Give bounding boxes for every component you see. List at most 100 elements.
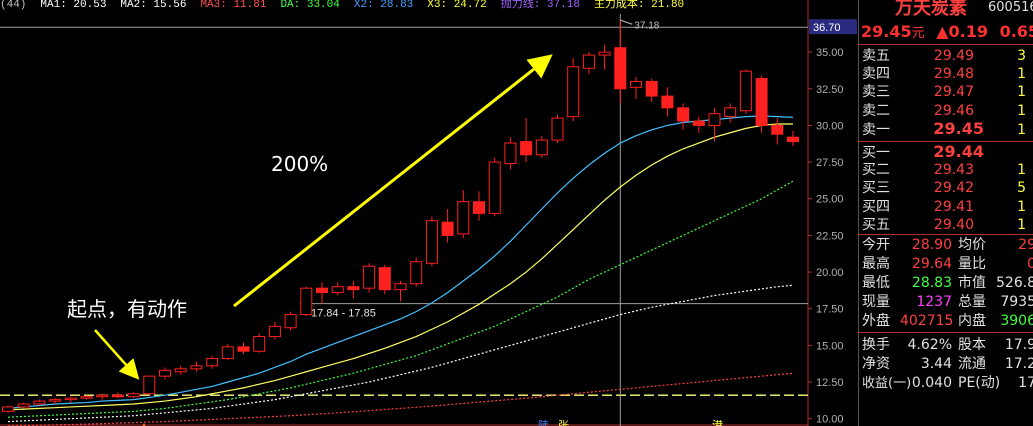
candle [677,103,690,130]
order-volume: 1 [1017,162,1026,179]
order-volume: 5 [1017,180,1026,197]
candle-body [598,51,611,56]
candle [143,375,156,396]
divider [858,332,1033,333]
bottom-marker: 陡 [538,419,549,426]
order-price: 29.40 [933,216,974,233]
candle-body [645,80,658,97]
order-volume: 3 [1017,48,1026,64]
candle [504,137,517,170]
candle [755,75,768,133]
stat-label: 收益(一) [862,376,912,391]
order-book-row: 卖三 29.47 1 [862,83,1026,101]
order-level-label: 买二 [862,162,890,179]
candle-body [504,142,517,165]
candle-body [284,314,297,329]
order-price: 29.44 [933,142,984,161]
candle-body [33,400,46,405]
candle [316,282,328,304]
order-book-row: 买四 29.41 1 [862,198,1026,216]
candle-body [724,107,737,118]
order-level-label: 买五 [862,216,890,233]
y-tick-label: 35.00 [816,47,844,59]
candle [284,311,297,331]
stat-value: 0 [1027,256,1033,272]
candle-body [661,95,674,109]
y-tick-label: 30.00 [816,120,844,132]
candle-body [488,161,501,214]
candle [221,343,234,361]
stat-value: 29 [1018,237,1033,253]
candle [268,321,281,340]
y-tick-label: 25.00 [816,194,844,206]
candle [206,355,219,369]
order-book-row: 卖五 29.49 3 [862,47,1026,65]
candle-body [2,406,14,412]
candle [567,57,580,122]
candle [159,367,171,380]
order-volume: 1 [1017,121,1026,138]
stat-value: 3906 [1000,313,1033,329]
stat-label: 今开 [862,237,890,253]
divider [858,234,1033,235]
indicator-label: X3: 24.72 [427,0,487,11]
order-book-row: 卖一 29.45 1 [862,119,1026,138]
candle-body [316,287,328,294]
candle [410,257,423,287]
stat-label: 均价 [958,237,986,253]
candle-body [692,120,705,126]
candle-body [127,393,140,398]
candle-body [787,136,799,143]
stats-row: 换手 4.62% 股本 17.9 [862,336,1033,354]
candle-body [378,267,391,291]
y-tick-label: 15.00 [816,340,844,352]
order-volume: 1 [1017,84,1026,101]
start-arrow-icon [94,329,140,380]
stat-label: 流通 [958,356,986,372]
candle-body [739,70,752,112]
stock-name: 万天炭素 [895,0,967,19]
indicator-label: X2: 28.83 [353,0,414,11]
stat-value: 17.2 [1004,356,1033,372]
price-quote: 29.45元 ▲0.19 0.65 [861,22,1033,41]
indicator-bar: (44) MA1: 20.53 MA2: 15.56 MA3: 11.81 DA: 33… [0,0,812,12]
order-level-label: 买四 [862,198,890,215]
candle [331,282,344,296]
stat-label: 净资 [862,356,890,372]
candle [457,189,470,239]
candle-body [457,201,470,235]
candle-body [111,394,124,398]
order-volume: 1 [1017,198,1026,215]
stat-label: 最低 [862,275,890,291]
candle-body [473,201,485,214]
candle [630,77,642,100]
order-book-row: 买三 29.42 5 [862,179,1026,197]
order-price: 29.42 [933,180,974,197]
y-tick-label: 27.50 [816,157,844,169]
stat-value: 7935 [1000,294,1033,310]
candle-body [425,220,438,264]
order-level-label: 买一 [862,145,890,161]
candle [127,392,140,399]
candle [174,365,187,375]
candle [2,405,14,413]
price-box-label: 36.70 [813,22,841,34]
indicator-label: (44) [0,0,27,11]
stat-value: 4.62% [907,337,952,353]
candle-body [253,336,266,352]
candle [111,392,124,399]
y-tick-label: 32.50 [816,84,844,96]
candle-body [520,141,533,156]
order-book-row: 卖四 29.48 1 [862,65,1026,83]
order-level-label: 卖五 [862,48,890,64]
order-volume: 1 [1017,66,1026,83]
candle [363,263,376,293]
candle-body [237,346,250,352]
high-label: 37.18 [634,20,659,31]
candle [739,69,752,114]
price-change: ▲0.19 [936,22,988,41]
stat-label: 内盘 [958,313,986,329]
candle [253,333,266,353]
candle-body [410,261,423,285]
stat-label: 换手 [862,337,890,353]
